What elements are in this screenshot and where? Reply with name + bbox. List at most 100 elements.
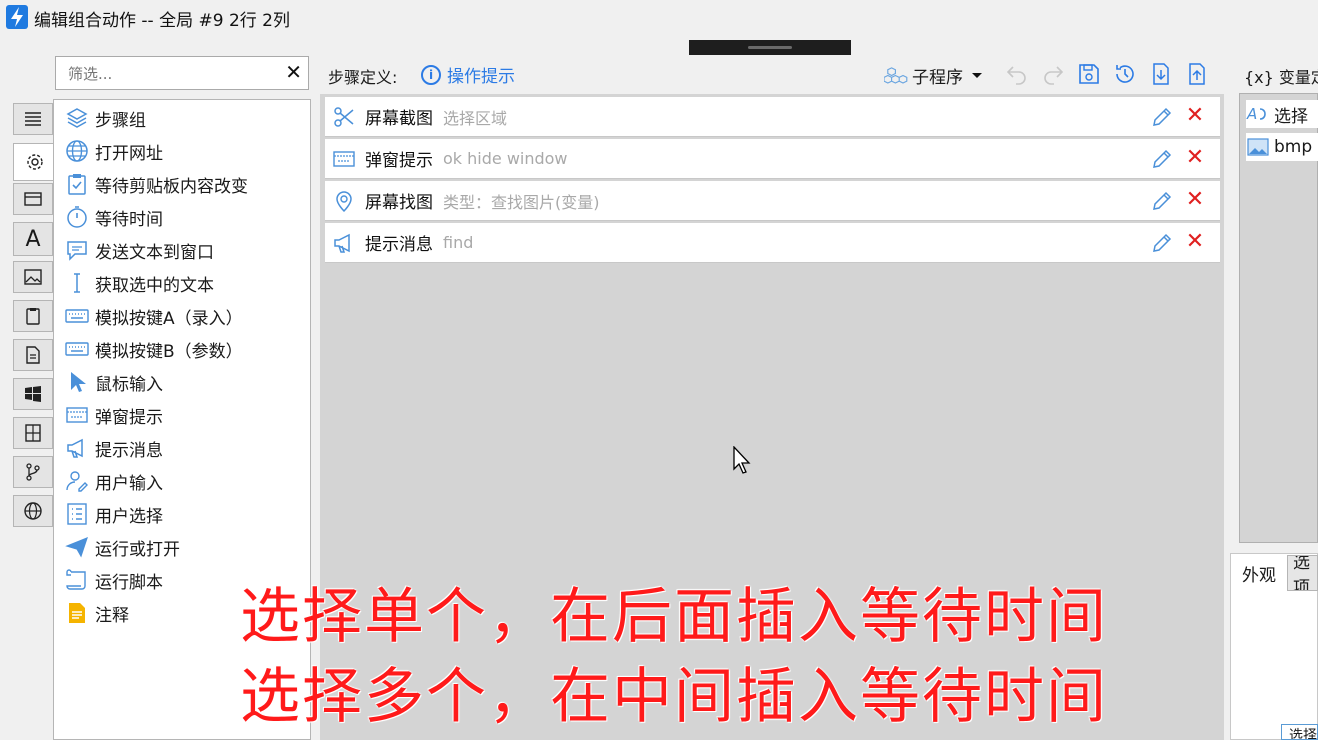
file-export-icon <box>1189 63 1205 85</box>
variable-item[interactable]: A 选择 <box>1246 100 1318 128</box>
list-item[interactable]: 注释 <box>64 598 129 628</box>
list-item-label: 发送文本到窗口 <box>95 242 214 263</box>
delete-icon[interactable]: ✕ <box>1184 104 1206 128</box>
window-icon <box>64 402 90 428</box>
select-button[interactable]: 选择 <box>1281 724 1318 740</box>
variable-name: 选择 <box>1274 106 1308 127</box>
list-item-label: 模拟按键A（录入） <box>95 308 243 329</box>
tab-document[interactable] <box>13 339 53 371</box>
list-item[interactable]: 弹窗提示 <box>64 400 163 430</box>
layers-icon <box>64 105 90 131</box>
step-row[interactable]: 屏幕截图 选择区域 ✕ <box>325 97 1220 137</box>
list-item-label: 获取选中的文本 <box>95 275 214 296</box>
note-icon <box>64 600 90 626</box>
list-item-label: 打开网址 <box>95 143 163 164</box>
list-item[interactable]: 用户输入 <box>64 466 163 496</box>
list-item[interactable]: 获取选中的文本 <box>64 268 214 298</box>
tab-options[interactable]: 选项 <box>1287 555 1318 591</box>
step-name: 提示消息 <box>365 235 433 255</box>
list-item-label: 鼠标输入 <box>95 374 163 395</box>
scissors-icon <box>331 104 357 130</box>
tab-text[interactable]: A <box>13 222 53 256</box>
variable-item[interactable]: bmp <box>1246 133 1318 161</box>
chat-icon <box>64 237 90 263</box>
undo-button[interactable] <box>1004 61 1030 87</box>
step-detail: find <box>443 233 474 252</box>
subprogram-dropdown[interactable]: 子程序 <box>884 63 983 88</box>
tab-menu[interactable] <box>13 103 53 135</box>
list-item[interactable]: 运行或打开 <box>64 532 180 562</box>
tab-appearance[interactable]: 外观 <box>1231 555 1287 591</box>
cubes-icon <box>884 66 908 84</box>
clear-filter-icon[interactable]: ✕ <box>285 60 302 84</box>
list-item[interactable]: 模拟按键A（录入） <box>64 301 243 331</box>
calculator-icon <box>25 424 41 442</box>
hint-link-label: 操作提示 <box>447 67 515 87</box>
step-detail: 类型：查找图片(变量) <box>443 192 600 212</box>
list-item[interactable]: 用户选择 <box>64 499 163 529</box>
pencil-icon[interactable] <box>1150 147 1174 171</box>
hint-link[interactable]: i 操作提示 <box>421 62 515 87</box>
steps-label: 步骤定义: <box>328 68 398 87</box>
step-detail: ok hide window <box>443 149 568 168</box>
variables-label: {x} 变量定 <box>1244 68 1318 87</box>
text-cursor-icon <box>64 270 90 296</box>
filter-input[interactable] <box>66 62 270 86</box>
list-item-label: 步骤组 <box>95 110 146 131</box>
tab-window[interactable] <box>13 183 53 215</box>
tab-calculator[interactable] <box>13 417 53 449</box>
clipboard-icon <box>26 308 40 325</box>
clipboard-check-icon <box>64 171 90 197</box>
list-item[interactable]: 发送文本到窗口 <box>64 235 214 265</box>
delete-icon[interactable]: ✕ <box>1184 188 1206 212</box>
delete-icon[interactable]: ✕ <box>1184 230 1206 254</box>
list-item[interactable]: 运行脚本 <box>64 565 163 595</box>
step-row[interactable]: 屏幕找图 类型：查找图片(变量) ✕ <box>325 181 1220 221</box>
step-row[interactable]: 弹窗提示 ok hide window ✕ <box>325 139 1220 179</box>
list-item[interactable]: 打开网址 <box>64 136 163 166</box>
overlay-caption: 选择单个，在后面插入等待时间 <box>240 582 1108 652</box>
tab-branch[interactable] <box>13 456 53 488</box>
image-icon <box>24 269 42 285</box>
list-item[interactable]: 等待剪贴板内容改变 <box>64 169 248 199</box>
save-icon <box>1079 64 1099 84</box>
step-name: 屏幕截图 <box>365 109 433 129</box>
redo-button[interactable] <box>1040 61 1066 87</box>
list-item-label: 模拟按键B（参数） <box>95 341 243 362</box>
user-edit-icon <box>64 468 90 494</box>
list-item[interactable]: 等待时间 <box>64 202 163 232</box>
svg-text:A: A <box>1246 105 1257 123</box>
step-row[interactable]: 提示消息 find ✕ <box>325 223 1220 263</box>
list-item[interactable]: 模拟按键B（参数） <box>64 334 243 364</box>
list-item[interactable]: 提示消息 <box>64 433 163 463</box>
list-item-label: 注释 <box>95 605 129 626</box>
text-var-icon: A <box>1246 105 1266 123</box>
pencil-icon[interactable] <box>1150 189 1174 213</box>
chevron-down-icon <box>972 72 982 78</box>
mouse-pointer-icon <box>64 369 90 395</box>
step-detail: 选择区域 <box>443 108 508 128</box>
mouse-cursor-icon <box>733 446 751 474</box>
keyboard-icon <box>64 336 90 362</box>
megaphone-icon <box>331 230 357 256</box>
tab-settings[interactable] <box>13 143 55 181</box>
list-item[interactable]: 步骤组 <box>64 103 146 133</box>
export-button[interactable] <box>1184 61 1210 87</box>
pencil-icon[interactable] <box>1150 105 1174 129</box>
step-name: 弹窗提示 <box>365 151 433 171</box>
letter-a-icon: A <box>25 226 41 252</box>
tab-web[interactable] <box>13 495 53 527</box>
pencil-icon[interactable] <box>1150 231 1174 255</box>
tab-clipboard[interactable] <box>13 300 53 332</box>
history-button[interactable] <box>1112 61 1138 87</box>
step-name: 屏幕找图 <box>365 193 433 213</box>
delete-icon[interactable]: ✕ <box>1184 146 1206 170</box>
import-button[interactable] <box>1148 61 1174 87</box>
tab-image[interactable] <box>13 261 53 293</box>
globe-icon <box>64 138 90 164</box>
timer-icon <box>64 204 90 230</box>
info-icon: i <box>421 64 441 85</box>
tab-windows[interactable] <box>13 378 53 410</box>
save-button[interactable] <box>1076 61 1102 87</box>
list-item[interactable]: 鼠标输入 <box>64 367 163 397</box>
